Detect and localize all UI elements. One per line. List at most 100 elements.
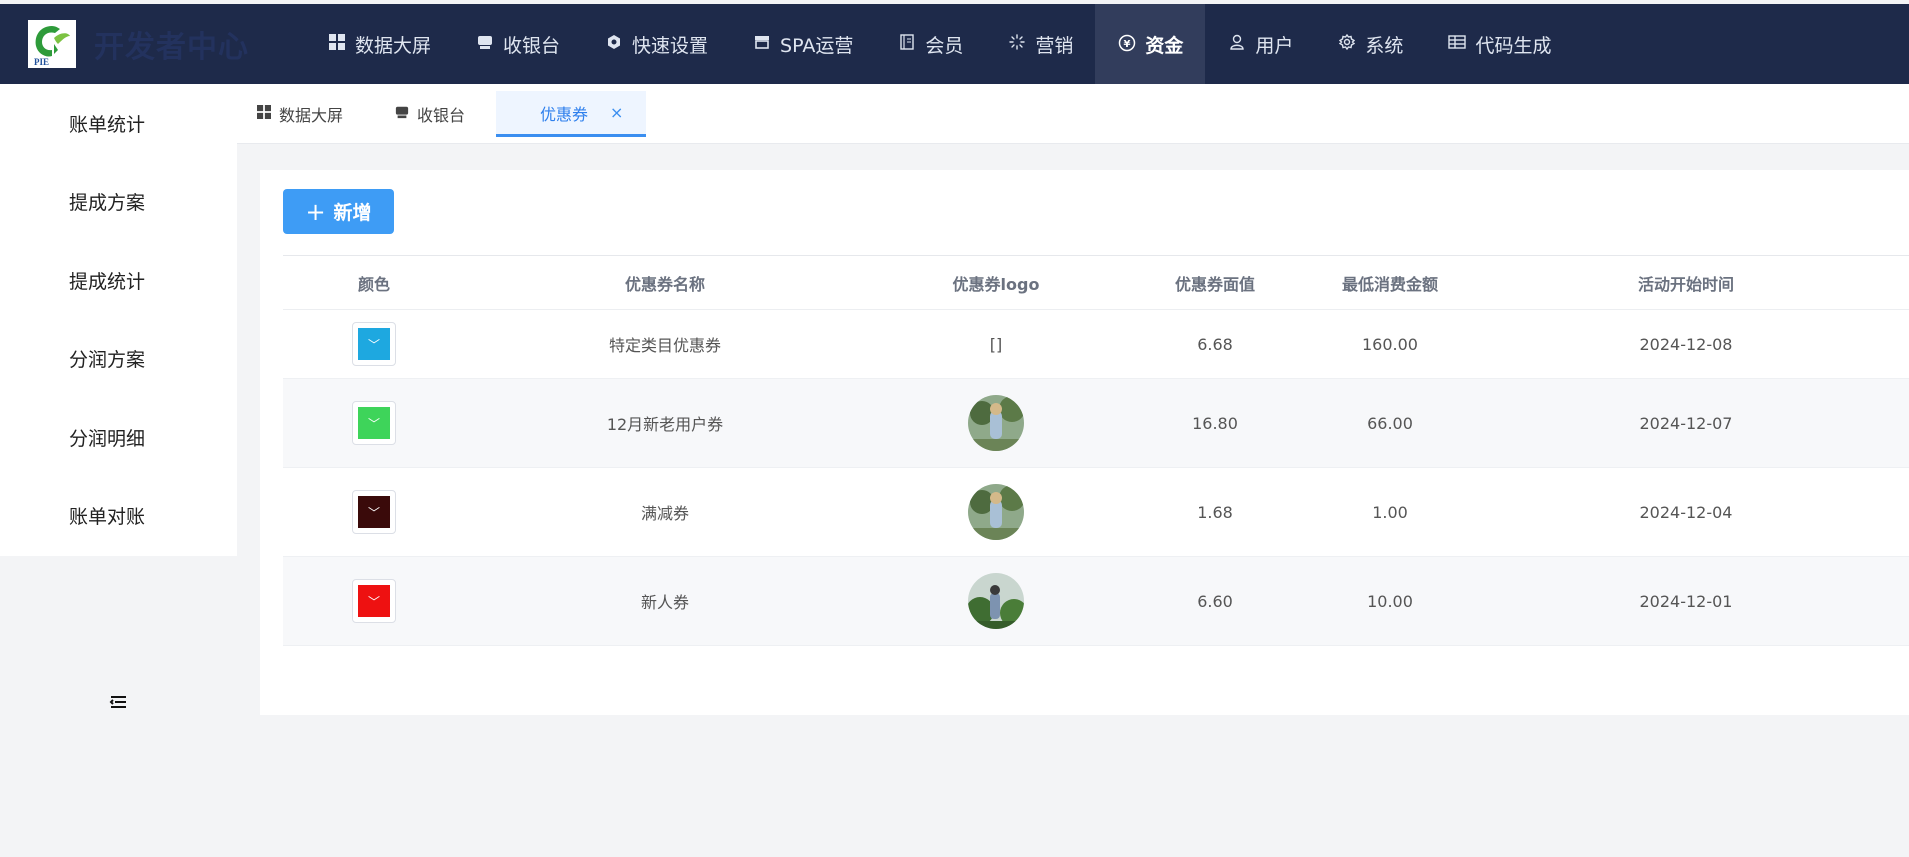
nav-item-funds[interactable]: ¥ 资金 xyxy=(1095,4,1206,84)
color-picker[interactable]: ﹀ xyxy=(352,490,396,534)
coupon-logo-image[interactable] xyxy=(968,484,1024,540)
table-icon xyxy=(1447,34,1467,54)
color-swatch: ﹀ xyxy=(358,328,390,360)
table-row[interactable]: ﹀ 满减券 1.68 1.00 2024-12-04 xyxy=(283,468,1909,557)
color-picker[interactable]: ﹀ xyxy=(352,401,396,445)
coupon-start-date: 2024-12-04 xyxy=(1639,502,1733,522)
nav-label: SPA运营 xyxy=(780,34,854,57)
nav-item-marketing[interactable]: 营销 xyxy=(985,4,1095,84)
chevron-down-icon: ﹀ xyxy=(367,337,380,352)
tab-cashier[interactable]: 收银台 xyxy=(395,91,465,137)
nav-label: 系统 xyxy=(1365,34,1404,57)
user-icon xyxy=(1227,34,1247,54)
table-header: 颜色 优惠券名称 优惠券logo 优惠券面值 最低消费金额 活动开始时间 xyxy=(283,255,1909,310)
column-header-min-spend[interactable]: 最低消费金额 xyxy=(1303,271,1477,295)
sidebar-item-label: 提成方案 xyxy=(69,192,146,215)
sidebar: 账单统计 提成方案 提成统计 分润方案 分润明细 账单对账 xyxy=(0,84,237,556)
close-icon[interactable]: × xyxy=(610,103,623,122)
nav-label: 会员 xyxy=(925,34,964,57)
sidebar-item-profit-share-plan[interactable]: 分润方案 xyxy=(0,320,237,399)
grid-icon xyxy=(327,34,347,54)
column-header-face-value[interactable]: 优惠券面值 xyxy=(1127,271,1303,295)
coupon-name: 12月新老用户券 xyxy=(606,415,724,434)
coupon-table: 颜色 优惠券名称 优惠券logo 优惠券面值 最低消费金额 活动开始时间 ﹀ 特… xyxy=(283,255,1909,646)
sidebar-item-bill-reconcile[interactable]: 账单对账 xyxy=(0,477,237,556)
tab-label: 收银台 xyxy=(417,106,466,125)
coupon-face-value: 6.60 xyxy=(1197,591,1233,611)
grid-icon xyxy=(257,105,271,123)
nav-label: 收银台 xyxy=(503,34,561,57)
tab-coupon[interactable]: 优惠券 × xyxy=(496,91,646,137)
coupon-name: 新人券 xyxy=(640,593,689,612)
shop-icon xyxy=(752,34,772,54)
table-row[interactable]: ﹀ 特定类目优惠券 [] 6.68 160.00 2024-12-08 xyxy=(283,310,1909,379)
sidebar-item-bill-stats[interactable]: 账单统计 xyxy=(0,84,237,163)
store-icon xyxy=(475,34,495,54)
color-swatch: ﹀ xyxy=(358,407,390,439)
hexagon-icon xyxy=(604,34,624,54)
tab-label: 优惠券 xyxy=(540,104,589,124)
nav-item-dashboard[interactable]: 数据大屏 xyxy=(305,4,453,84)
nav-item-member[interactable]: 会员 xyxy=(875,4,985,84)
nav-item-cashier[interactable]: 收银台 xyxy=(453,4,582,84)
tabs-bar: 数据大屏 收银台 优惠券 × xyxy=(237,84,1909,144)
gear-icon xyxy=(1337,33,1357,54)
coupon-min-spend: 66.00 xyxy=(1367,413,1413,433)
loading-icon xyxy=(1007,34,1027,54)
main-nav: 数据大屏 收银台 快速设置 SPA运营 会员 营销 ¥ 资金 用户 系统 代码生… xyxy=(305,4,1573,84)
nav-item-user[interactable]: 用户 xyxy=(1205,4,1315,84)
coupon-face-value: 16.80 xyxy=(1192,413,1238,433)
plus-icon: + xyxy=(305,197,326,226)
sidebar-item-label: 分润明细 xyxy=(69,427,146,450)
nav-item-spa-ops[interactable]: SPA运营 xyxy=(730,4,875,84)
color-picker[interactable]: ﹀ xyxy=(352,322,396,366)
table-row[interactable]: ﹀ 新人券 6.60 10.00 2024-12-01 xyxy=(283,557,1909,646)
coupon-logo-empty: [] xyxy=(989,334,1003,354)
coupon-min-spend: 1.00 xyxy=(1372,502,1408,522)
add-button-label: 新增 xyxy=(333,202,372,224)
color-swatch: ﹀ xyxy=(358,496,390,528)
store-icon xyxy=(395,105,409,123)
yen-icon: ¥ xyxy=(1117,34,1137,54)
nav-item-codegen[interactable]: 代码生成 xyxy=(1425,4,1573,84)
coupon-face-value: 6.68 xyxy=(1197,334,1233,354)
app-logo[interactable]: PIE xyxy=(28,20,76,68)
coupon-start-date: 2024-12-07 xyxy=(1639,413,1733,433)
coupon-min-spend: 160.00 xyxy=(1362,334,1418,354)
color-picker[interactable]: ﹀ xyxy=(352,579,396,623)
sidebar-item-label: 分润方案 xyxy=(69,349,146,372)
nav-label: 代码生成 xyxy=(1475,34,1552,57)
column-header-name[interactable]: 优惠券名称 xyxy=(465,271,865,295)
book-icon xyxy=(897,34,917,54)
column-header-logo[interactable]: 优惠券logo xyxy=(865,271,1127,295)
coupon-name: 满减券 xyxy=(640,504,689,523)
add-button[interactable]: + 新增 xyxy=(283,189,394,234)
sidebar-item-commission-stats[interactable]: 提成统计 xyxy=(0,241,237,320)
column-header-start-date[interactable]: 活动开始时间 xyxy=(1477,271,1895,295)
nav-item-quick-settings[interactable]: 快速设置 xyxy=(582,4,730,84)
sidebar-item-commission-plan[interactable]: 提成方案 xyxy=(0,163,237,242)
table-row[interactable]: ﹀ 12月新老用户券 16.80 66.00 2024-12-07 xyxy=(283,379,1909,468)
svg-text:PIE: PIE xyxy=(34,57,49,67)
sidebar-item-label: 账单统计 xyxy=(69,113,146,136)
coupon-min-spend: 10.00 xyxy=(1367,591,1413,611)
coupon-start-date: 2024-12-01 xyxy=(1639,591,1733,611)
main-panel: + 新增 颜色 优惠券名称 优惠券logo 优惠券面值 最低消费金额 活动开始时… xyxy=(260,170,1909,715)
sidebar-item-profit-share-detail[interactable]: 分润明细 xyxy=(0,398,237,477)
tab-dashboard[interactable]: 数据大屏 xyxy=(257,91,343,137)
sidebar-item-label: 提成统计 xyxy=(69,270,146,293)
sidebar-item-label: 账单对账 xyxy=(69,506,146,529)
tab-label: 数据大屏 xyxy=(279,106,344,125)
coupon-logo-image[interactable] xyxy=(968,573,1024,629)
chevron-down-icon: ﹀ xyxy=(367,416,380,431)
nav-label: 用户 xyxy=(1255,34,1294,57)
app-title: 开发者中心 xyxy=(94,30,249,65)
nav-item-system[interactable]: 系统 xyxy=(1315,4,1425,84)
chevron-down-icon: ﹀ xyxy=(367,505,380,520)
color-swatch: ﹀ xyxy=(358,585,390,617)
column-header-color[interactable]: 颜色 xyxy=(283,271,465,295)
coupon-logo-image[interactable] xyxy=(968,395,1024,451)
nav-label: 资金 xyxy=(1145,34,1184,57)
collapse-menu-icon[interactable] xyxy=(106,690,130,714)
nav-label: 快速设置 xyxy=(632,34,709,57)
